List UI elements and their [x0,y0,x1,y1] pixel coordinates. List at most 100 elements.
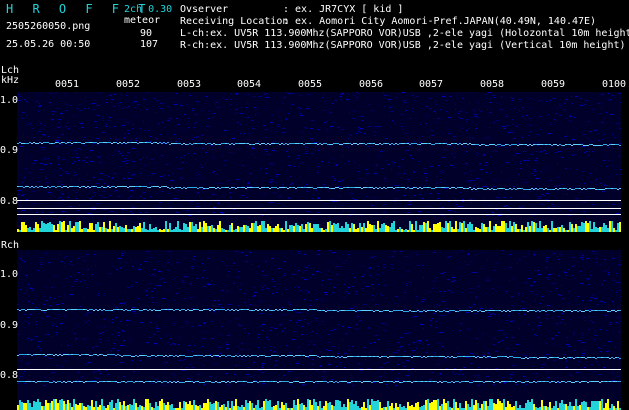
noise-speckle [436,122,437,123]
carrier-trace [557,381,559,382]
noise-speckle [580,283,583,284]
noise-speckle [331,103,334,104]
noise-speckle [565,168,567,169]
noise-speckle [423,144,424,145]
carrier-trace [107,310,109,311]
activity-bar [357,406,359,410]
carrier-trace [349,187,351,188]
noise-speckle [304,254,306,255]
carrier-trace [291,143,293,144]
carrier-trace [79,142,81,143]
noise-speckle [155,302,158,303]
noise-speckle [417,263,418,264]
noise-speckle [470,292,473,293]
noise-speckle [131,175,133,176]
noise-speckle [442,96,445,97]
noise-speckle [270,122,273,123]
noise-speckle [91,266,92,267]
carrier-trace [361,310,363,311]
carrier-trace [611,357,613,358]
noise-speckle [32,191,35,192]
noise-speckle [272,279,273,280]
carrier-trace [85,354,87,355]
carrier-trace [599,382,601,383]
noise-speckle [277,283,279,284]
activity-bar [437,399,439,410]
carrier-trace [533,310,535,311]
carrier-trace [319,143,321,144]
noise-speckle [453,157,456,158]
noise-speckle [133,306,134,307]
noise-speckle [419,124,421,125]
carrier-trace [253,187,255,188]
noise-speckle [85,287,88,288]
noise-speckle [354,277,356,278]
carrier-trace [77,309,79,310]
carrier-trace [157,355,159,356]
carrier-trace [161,382,163,383]
noise-speckle [123,340,125,341]
noise-speckle [321,188,322,189]
noise-speckle [36,94,37,95]
noise-speckle [170,180,173,181]
carrier-trace [583,188,585,189]
carrier-trace [607,311,609,312]
noise-speckle [498,330,501,331]
noise-speckle [193,153,196,154]
noise-speckle [77,107,78,108]
noise-speckle [238,277,239,278]
noise-speckle [592,204,593,205]
carrier-trace [543,189,545,190]
noise-speckle [60,181,62,182]
carrier-trace [29,187,31,188]
noise-speckle [600,264,601,265]
noise-speckle [109,117,111,118]
noise-speckle [181,280,184,281]
carrier-trace [439,187,441,188]
activity-bar [429,228,431,232]
carrier-trace [547,189,549,190]
noise-speckle [352,346,354,347]
activity-bar [527,400,529,410]
carrier-trace [363,143,365,144]
carrier-trace [609,358,611,359]
noise-speckle [76,279,78,280]
activity-bar [275,405,277,410]
noise-speckle [241,195,244,196]
noise-speckle [96,371,98,372]
noise-speckle [546,371,548,372]
noise-speckle [325,294,328,295]
noise-speckle [501,96,503,97]
noise-speckle [559,263,560,264]
activity-bar [563,228,565,232]
noise-speckle [379,360,380,361]
noise-speckle [26,101,28,102]
noise-speckle [64,315,65,316]
noise-speckle [276,176,277,177]
carrier-trace [133,309,135,310]
noise-speckle [394,201,396,202]
activity-bar [199,222,201,232]
carrier-trace [485,381,487,382]
noise-speckle [428,291,430,292]
noise-speckle [490,314,492,315]
noise-speckle [172,318,174,319]
noise-speckle [178,360,181,361]
activity-bar [317,406,319,410]
carrier-trace [343,187,345,188]
activity-bar [193,226,195,232]
noise-speckle [474,180,475,181]
noise-speckle [437,198,439,199]
carrier-trace [167,309,169,310]
noise-speckle [108,120,110,121]
noise-speckle [282,186,284,187]
noise-speckle [483,186,484,187]
carrier-trace [259,144,261,145]
carrier-trace [593,188,595,189]
carrier-trace [605,188,607,189]
carrier-trace [463,310,465,311]
noise-speckle [56,141,59,142]
carrier-trace [281,310,283,311]
noise-speckle [526,379,528,380]
carrier-trace [399,382,401,383]
